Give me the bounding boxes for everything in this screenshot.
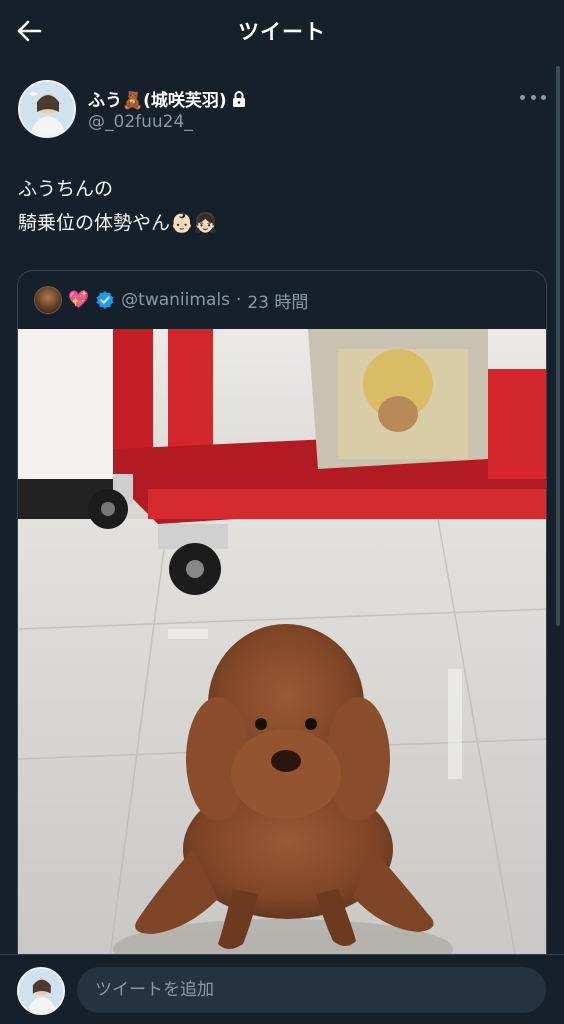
author-display-name: ふう🧸(城咲芙羽) — [88, 91, 227, 111]
dot-icon — [541, 94, 546, 100]
page-title: ツイート — [238, 20, 326, 44]
quoted-time: 23 時間 — [247, 292, 309, 313]
reply-input[interactable] — [77, 967, 546, 1013]
tweet-detail-screen: ツイート ふう🧸(城咲芙羽) @_02fuu24_ ふうちんの 騎乗位の体勢やん… — [0, 0, 564, 1024]
top-bar: ツイート — [0, 0, 564, 62]
quoted-media-photo[interactable] — [18, 329, 546, 969]
poodle-photo — [18, 329, 546, 969]
arrow-left-icon — [17, 20, 42, 42]
quoted-avatar — [34, 286, 62, 314]
tweet-author: ふう🧸(城咲芙羽) @_02fuu24_ — [18, 80, 546, 140]
tweet-text-line: 騎乗位の体勢やん👶🏻👧🏻 — [18, 212, 218, 234]
tweet-text-line: ふうちんの — [18, 178, 114, 200]
lock-icon — [232, 90, 245, 107]
dot-icon — [520, 94, 525, 100]
my-avatar[interactable] — [17, 967, 65, 1015]
author-handle: @_02fuu24_ — [88, 112, 193, 132]
quoted-handle: @twaniimals — [121, 290, 230, 310]
scrollbar[interactable] — [556, 66, 560, 626]
author-avatar[interactable] — [18, 80, 76, 138]
avatar-image — [19, 969, 63, 1013]
dot-icon — [530, 94, 536, 100]
more-options-button[interactable] — [520, 88, 546, 106]
avatar-image — [20, 82, 74, 136]
author-name-row[interactable]: ふう🧸(城咲芙羽) — [88, 86, 247, 111]
quoted-tweet[interactable]: 💖 @twaniimals · 23 時間 — [17, 270, 547, 970]
back-button[interactable] — [14, 16, 44, 46]
quoted-separator: · — [235, 290, 242, 310]
reply-bar — [0, 954, 564, 1024]
quoted-badge-emoji: 💖 — [68, 290, 90, 310]
quoted-tweet-header: 💖 @twaniimals · 23 時間 — [18, 271, 546, 329]
verified-badge-icon — [96, 291, 114, 309]
tweet-text: ふうちんの 騎乗位の体勢やん👶🏻👧🏻 — [18, 172, 546, 240]
